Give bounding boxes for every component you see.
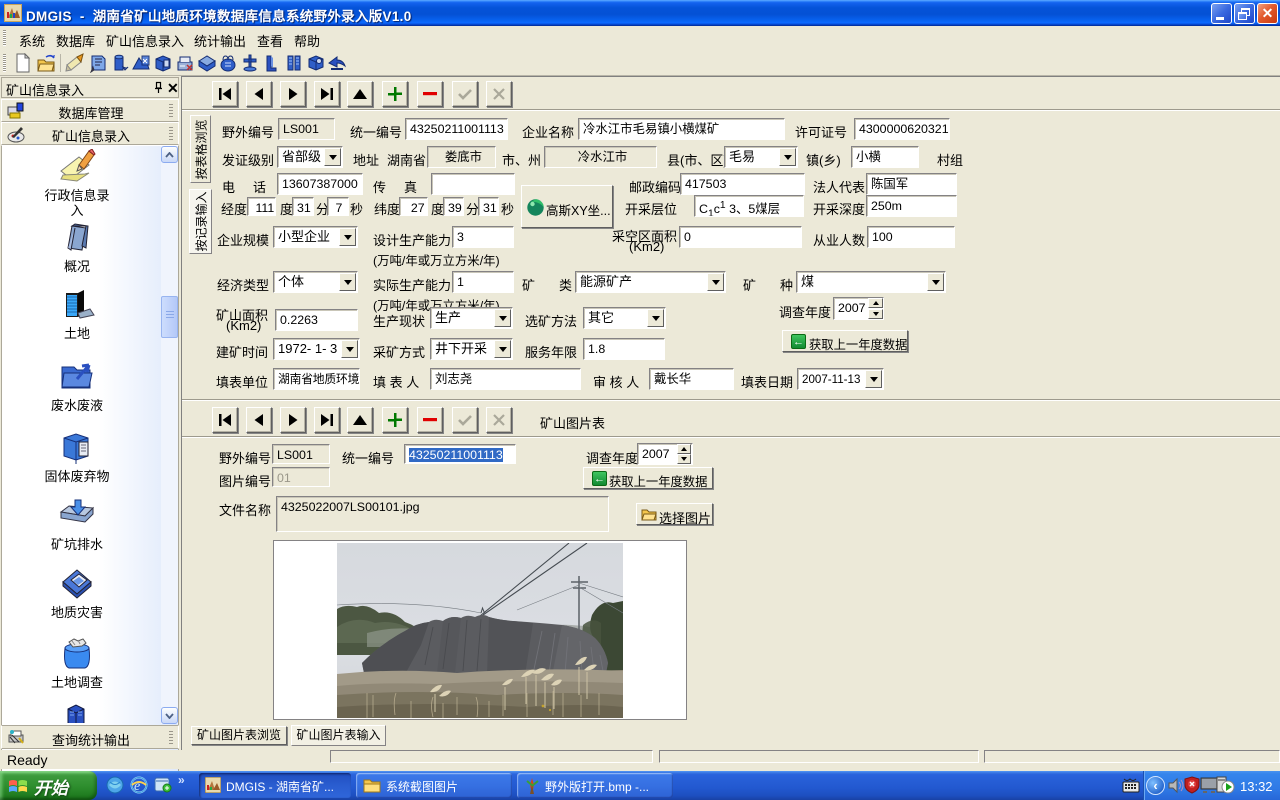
svg-text:e: e [134, 779, 140, 794]
